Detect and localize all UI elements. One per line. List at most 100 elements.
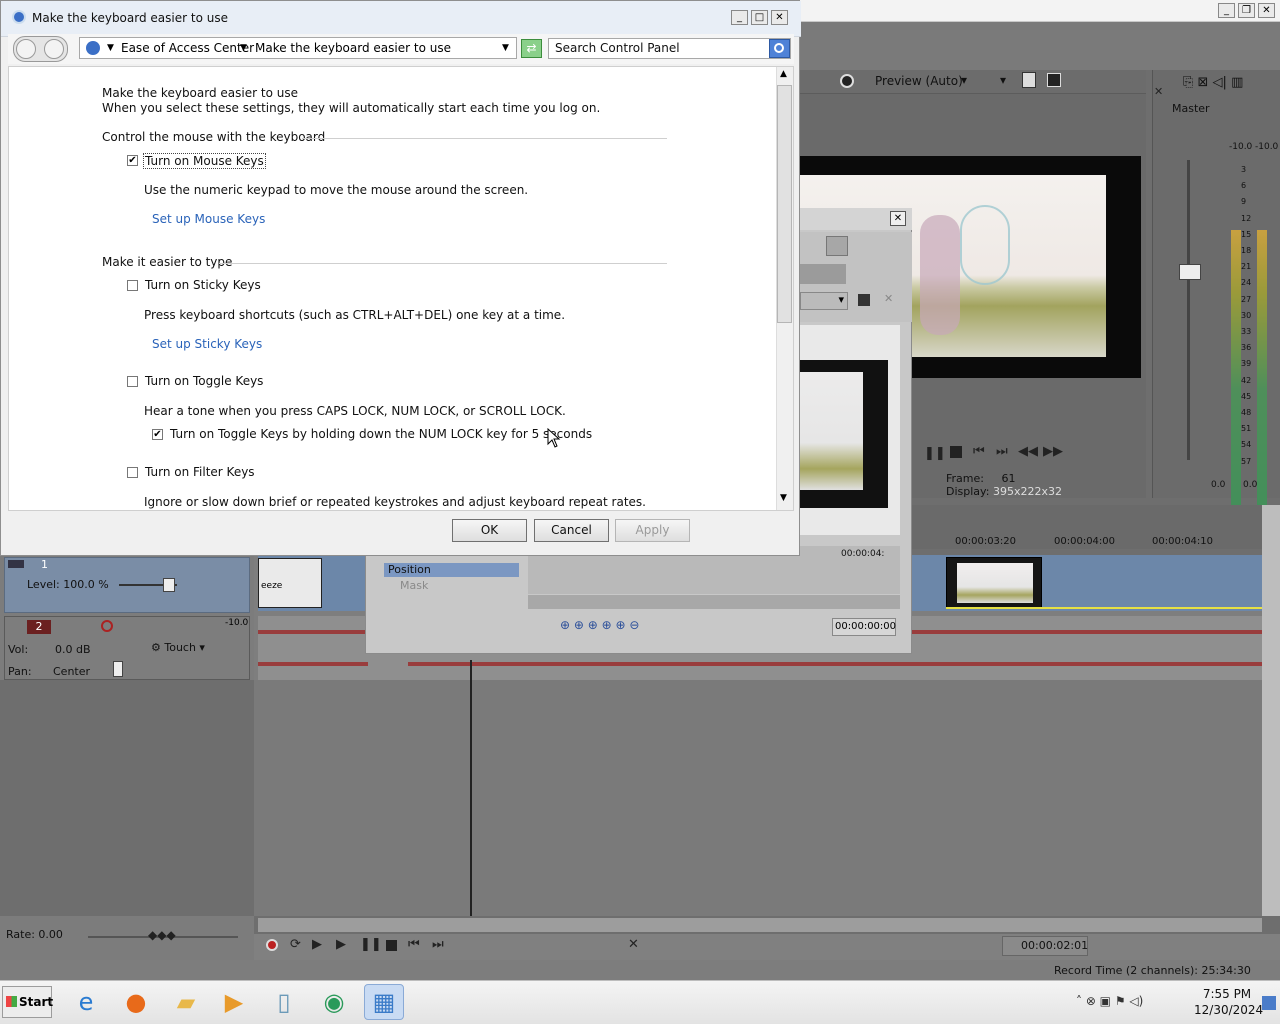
address-dropdown-icon[interactable]: ▼ bbox=[502, 38, 509, 58]
maximize-button[interactable]: □ bbox=[751, 10, 768, 25]
recycle-bin-icon[interactable]: ▯ bbox=[264, 984, 304, 1020]
editor-close-button[interactable]: ✕ bbox=[1258, 3, 1275, 18]
scrollbar-thumb[interactable] bbox=[777, 85, 792, 323]
close-icon[interactable]: ✕ bbox=[890, 211, 906, 226]
copy-snapshot-icon[interactable] bbox=[1022, 72, 1036, 88]
audio-track-header: 2 -10.0 Vol: 0.0 dB ⚙ Touch ▾ Pan: Cente… bbox=[4, 616, 250, 680]
stop-icon[interactable] bbox=[950, 446, 962, 458]
firefox-icon[interactable]: ● bbox=[116, 984, 156, 1020]
master-fader-handle[interactable] bbox=[1179, 264, 1201, 280]
pan-slider-handle[interactable] bbox=[113, 661, 123, 677]
ruler-mark: 00:00:04:10 bbox=[1152, 536, 1214, 547]
preset-select[interactable]: ▾ bbox=[800, 292, 848, 310]
play-from-start-icon[interactable]: ▶ bbox=[312, 937, 322, 952]
tray-icons[interactable]: ˄ ⊗ ▣ ⚑ ◁) bbox=[1076, 994, 1143, 1008]
step-back-icon[interactable]: ◀◀ bbox=[1018, 444, 1038, 459]
mouse-keys-checkbox[interactable]: ✔ bbox=[127, 155, 138, 166]
timeline-vertical-scrollbar[interactable] bbox=[1262, 505, 1280, 916]
preset-field[interactable] bbox=[800, 264, 846, 284]
save-snapshot-icon[interactable] bbox=[1047, 73, 1061, 87]
pause-icon[interactable]: ❚❚ bbox=[360, 937, 382, 952]
level-slider-handle[interactable] bbox=[163, 578, 175, 592]
sticky-keys-label[interactable]: Turn on Sticky Keys bbox=[145, 278, 261, 292]
search-input[interactable]: Search Control Panel bbox=[548, 38, 791, 59]
normal-edit-tool[interactable] bbox=[826, 236, 848, 256]
go-to-start-icon[interactable]: ⏮ bbox=[408, 937, 420, 952]
minimize-button[interactable]: _ bbox=[731, 10, 748, 25]
close-icon[interactable]: ✕ bbox=[1154, 85, 1166, 103]
pause-icon[interactable]: ❚❚ bbox=[924, 446, 946, 461]
apply-button[interactable]: Apply bbox=[615, 519, 690, 542]
preview-circle-icon[interactable] bbox=[840, 74, 854, 88]
record-arm-icon[interactable] bbox=[101, 620, 113, 632]
editor-titlebar: _ ❐ ✕ bbox=[800, 0, 1280, 22]
toggle-keys-label[interactable]: Turn on Toggle Keys bbox=[145, 374, 263, 388]
cancel-button[interactable]: Cancel bbox=[534, 519, 609, 542]
address-bar[interactable]: ▼ Ease of Access Center ▼ Make the keybo… bbox=[79, 37, 517, 59]
media-player-icon[interactable]: ▶ bbox=[214, 984, 254, 1020]
internet-explorer-icon[interactable]: e bbox=[66, 984, 106, 1020]
step-forward-icon[interactable]: ▶▶ bbox=[1043, 444, 1063, 459]
ok-button[interactable]: OK bbox=[452, 519, 527, 542]
back-button[interactable] bbox=[16, 39, 36, 59]
prev-frame-icon[interactable]: ⏮ bbox=[973, 444, 985, 459]
section-divider bbox=[302, 138, 667, 139]
timecode-display: 00:00:02:01 bbox=[1002, 936, 1088, 956]
scroll-up-icon[interactable]: ▲ bbox=[780, 69, 787, 79]
folder-icon[interactable]: ▰ bbox=[166, 984, 206, 1020]
delete-icon[interactable]: ✕ bbox=[628, 937, 639, 952]
vegas-app-icon[interactable]: ◉ bbox=[314, 984, 354, 1020]
breadcrumb-keyboard[interactable]: Make the keyboard easier to use bbox=[255, 38, 451, 58]
chevron-down-icon[interactable]: ▾ bbox=[1000, 73, 1006, 87]
mouse-keys-label[interactable]: Turn on Mouse Keys bbox=[143, 153, 266, 169]
sticky-keys-checkbox[interactable] bbox=[127, 280, 138, 291]
record-icon[interactable] bbox=[266, 939, 278, 951]
breadcrumb-ease-of-access[interactable]: Ease of Access Center bbox=[121, 38, 254, 58]
toggle-keys-checkbox[interactable] bbox=[127, 376, 138, 387]
keyframe-nav-icons[interactable]: ⊕ ⊕ ⊕ ⊕ ⊕ ⊖ bbox=[560, 618, 639, 632]
back-forward-buttons[interactable] bbox=[13, 36, 68, 62]
search-icon[interactable] bbox=[769, 39, 790, 58]
video-clip[interactable] bbox=[946, 557, 1042, 609]
setup-mouse-keys-link[interactable]: Set up Mouse Keys bbox=[152, 212, 265, 226]
go-to-end-icon[interactable]: ⏭ bbox=[432, 937, 444, 952]
rate-slider-handle[interactable]: ◆◆◆ bbox=[148, 928, 176, 942]
save-preset-icon[interactable] bbox=[858, 294, 870, 306]
play-icon[interactable]: ▶ bbox=[336, 937, 346, 952]
stop-icon[interactable] bbox=[386, 940, 397, 951]
meter-scale: 3 6 9 12 15 18 21 24 27 30 33 36 39 42 45 48 51 54 57 bbox=[1241, 165, 1252, 466]
refresh-icon[interactable]: ⇄ bbox=[521, 39, 542, 58]
start-button[interactable]: Start bbox=[2, 986, 53, 1018]
loop-icon[interactable]: ⟳ bbox=[290, 937, 301, 952]
filter-keys-label[interactable]: Turn on Filter Keys bbox=[145, 465, 255, 479]
filter-keys-checkbox[interactable] bbox=[127, 467, 138, 478]
setup-sticky-keys-link[interactable]: Set up Sticky Keys bbox=[152, 337, 262, 351]
chevron-down-icon[interactable]: ▼ bbox=[240, 38, 247, 58]
automation-mode[interactable]: ⚙ Touch ▾ bbox=[151, 641, 205, 654]
preview-toolbar: Preview (Auto) ▾ ▾ bbox=[800, 70, 1146, 94]
show-desktop-icon[interactable] bbox=[1262, 996, 1276, 1010]
forward-button[interactable] bbox=[44, 39, 64, 59]
chevron-down-icon[interactable]: ▾ bbox=[961, 73, 967, 87]
timeline-horizontal-scrollbar[interactable] bbox=[258, 918, 1262, 932]
preview-quality-select[interactable]: Preview (Auto) bbox=[875, 74, 963, 88]
meter-bottom-right: 0.0 bbox=[1243, 480, 1258, 490]
playhead-cursor[interactable] bbox=[470, 660, 472, 916]
editor-restore-button[interactable]: ❐ bbox=[1238, 3, 1255, 18]
close-button[interactable]: ✕ bbox=[771, 10, 788, 25]
video-clip[interactable]: eeze bbox=[258, 558, 322, 608]
toggle-keys-numlock-label[interactable]: Turn on Toggle Keys by holding down the … bbox=[170, 427, 592, 441]
keyframe-scrollbar[interactable] bbox=[528, 595, 900, 609]
control-panel-taskbar-icon[interactable]: ▦ bbox=[364, 984, 404, 1020]
scroll-down-icon[interactable]: ▼ bbox=[780, 493, 787, 503]
track-collapse-icon[interactable] bbox=[8, 560, 24, 568]
toggle-keys-numlock-checkbox[interactable]: ✔ bbox=[152, 429, 163, 440]
chevron-down-icon[interactable]: ▼ bbox=[107, 38, 114, 58]
system-clock[interactable]: 7:55 PM 12/30/2024 bbox=[1194, 986, 1263, 1020]
editor-minimize-button[interactable]: _ bbox=[1218, 3, 1235, 18]
next-frame-icon[interactable]: ⏭ bbox=[996, 444, 1008, 459]
ease-of-access-icon bbox=[12, 10, 26, 24]
position-list-item[interactable]: Position bbox=[384, 563, 519, 577]
mask-list-item[interactable]: Mask bbox=[384, 579, 519, 593]
delete-preset-icon[interactable]: ✕ bbox=[884, 292, 893, 305]
